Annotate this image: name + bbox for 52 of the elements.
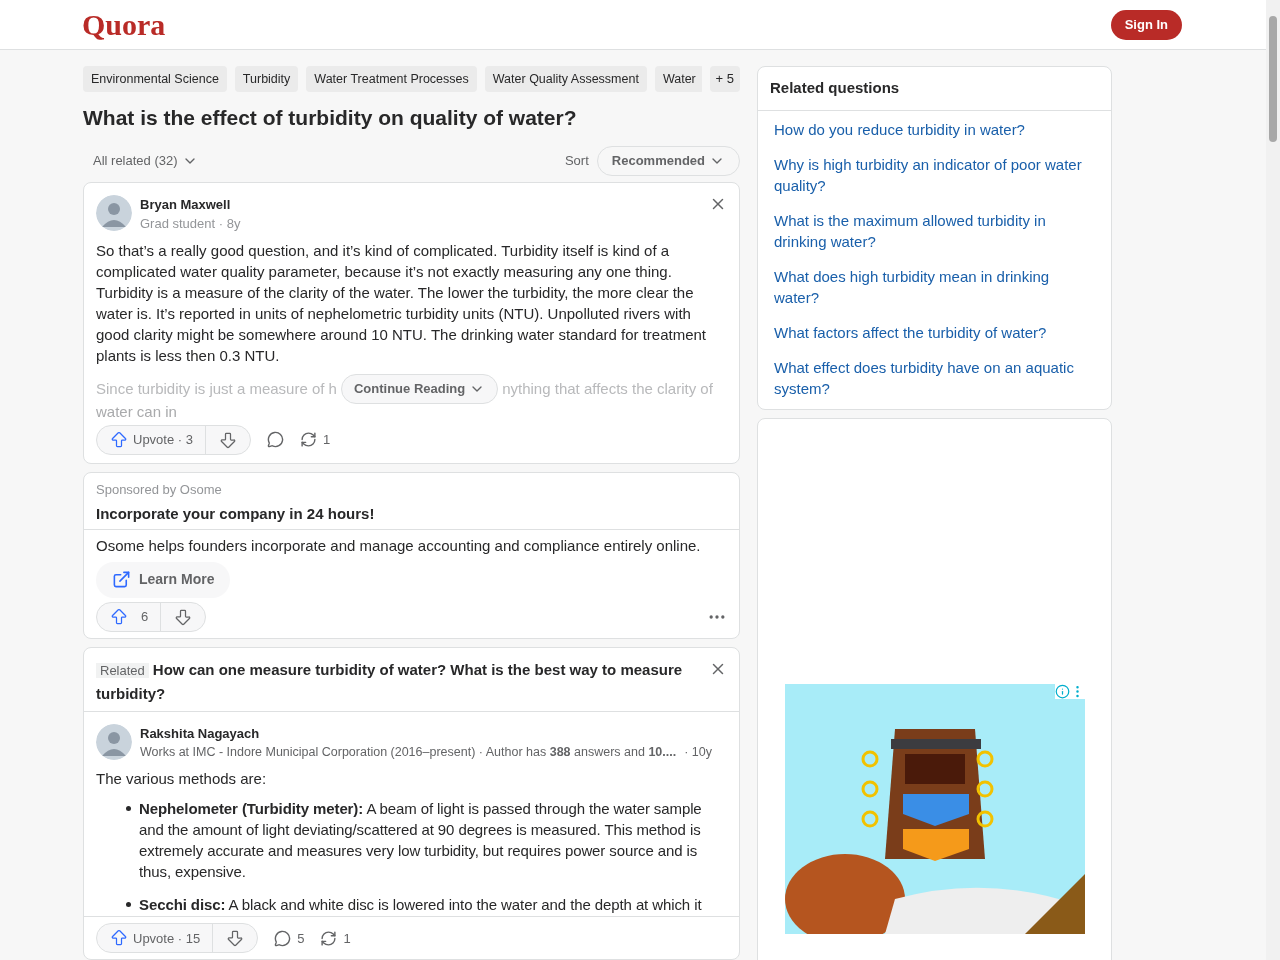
share-icon [300,431,317,448]
panel-title: Related questions [758,67,1111,111]
upvote-icon [109,606,129,627]
comment-button[interactable] [267,431,284,448]
related-question-link[interactable]: How do you reduce turbidity in water? [774,118,1095,140]
info-icon[interactable] [1054,683,1070,699]
bullet-icon [126,806,131,812]
avatar[interactable] [96,723,132,760]
answer-text: So that’s a really good question, and it’s kind of complicated. Turbidity itself is kind of a complicated water quality parameter, because it’s not exactly measuring any one thing. Turbidity is a measure of the clarity of the water. The lower the turbidity, the more clear the water is. It’s reported in units of nephelometric turbidity units (NTU). Unpolluted rivers with good clarity might be somewhere around 10 NTU. The drinking water standard for treatment plants is less then 0.3 NTU. [96,240,708,366]
faded-text: Since turbidity is just a measure of h [96,379,337,399]
ad-text: Osome helps founders incorporate and manage accounting and compliance entirely online. [96,535,702,556]
external-link-icon [112,570,131,589]
answer-text: Nephelometer (Turbidity meter): A beam of light is passed through the water sample and the amount of light deviating/scattered at 90 degrees is measured. This method is extremely accurate and measures very low turbidity, but requires power source and is thus, expensive. [139,799,703,883]
related-question-link[interactable]: Why is high turbidity an indicator of poor water quality? [774,153,1095,196]
filter-dropdown[interactable]: All related (32) [93,150,198,171]
comment-button[interactable]: 5 [274,928,305,948]
continue-reading-button[interactable]: Continue Reading [340,373,499,404]
related-question-link[interactable]: What does high turbidity mean in drinking water? [774,265,1095,308]
topic-tag[interactable]: Turbidity [234,66,299,92]
faded-text: nything that affects the clarity of [502,379,713,399]
sponsor-label: Sponsored by Osome [96,480,223,499]
upvote-icon [109,429,129,450]
sign-in-button[interactable]: Sign In [1110,9,1182,40]
share-button[interactable]: 1 [300,429,331,450]
comment-icon [267,431,284,448]
avatar[interactable] [96,194,132,231]
answer-text: The various methods are: [96,768,268,789]
topic-tag[interactable]: Water Quality Assessment [484,66,647,92]
author-credential: Works at IMC - Indore Municipal Corporation (2016–present) · Author has 388 answers and 10.... [140,744,677,761]
learn-more-button[interactable]: Learn More [96,561,231,598]
ad-headline[interactable]: Incorporate your company in 24 hours! [96,502,727,525]
sort-label: Sort [564,151,589,170]
comment-icon [274,929,292,947]
more-topics-tag[interactable]: + 5 [709,66,740,92]
answer-age: · 10y [684,744,712,761]
question-title: What is the effect of turbidity on quality of water? [83,105,578,131]
answer-text: Secchi disc: A black and white disc is lowered into the water and the depth at which it [139,895,703,916]
topic-tag[interactable]: Water [654,66,702,92]
logo[interactable]: Quora [82,2,166,47]
related-question-link[interactable]: What effect does turbidity have on an aquatic system? [774,356,1095,399]
related-question-link[interactable]: What factors affect the turbidity of water? [774,321,1095,343]
bullet-icon [126,902,131,908]
author-name[interactable]: Bryan Maxwell [140,194,701,214]
share-button[interactable]: 1 [320,928,351,948]
topic-tag[interactable]: Water Treatment Processes [306,66,477,92]
related-question-link[interactable]: What is the maximum allowed turbidity in drinking water? [774,209,1095,252]
faded-text: water can in [96,403,178,419]
related-question[interactable]: Related How can one measure turbidity of water? What is the best way to measure turbidity? [96,657,701,705]
topic-tag[interactable]: Environmental Science [83,66,227,92]
share-icon [320,929,338,947]
author-credential: Grad student · 8y [140,215,242,233]
author-name[interactable]: Rakshita Nagayach [140,723,727,743]
